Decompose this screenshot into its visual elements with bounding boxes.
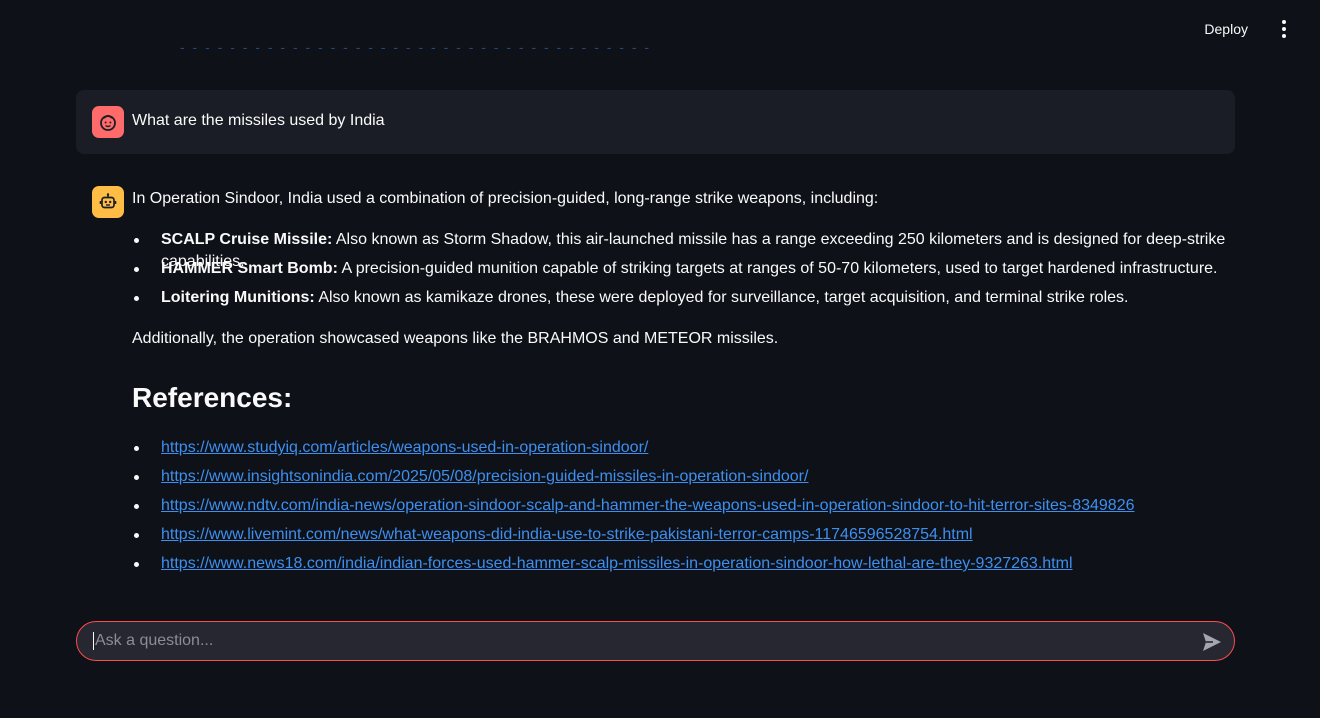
scrolled-content-fade: - - - - - - - - - - - - - - - - - - - - …: [180, 40, 652, 54]
bullet-text: Also known as kamikaze drones, these wer…: [314, 289, 1129, 306]
menu-dot: [1282, 34, 1286, 38]
list-item: HAMMER Smart Bomb: A precision-guided mu…: [132, 258, 1232, 287]
list-item: Loitering Munitions: Also known as kamik…: [132, 287, 1232, 316]
reference-link[interactable]: https://www.studyiq.com/articles/weapons…: [161, 439, 648, 456]
references-heading: References:: [132, 382, 293, 413]
list-item: SCALP Cruise Missile: Also known as Stor…: [132, 229, 1232, 270]
robot-icon: [92, 186, 124, 218]
bullet-title: HAMMER Smart Bomb:: [161, 260, 338, 277]
menu-dot: [1282, 20, 1286, 24]
reference-link[interactable]: https://www.insightsonindia.com/2025/05/…: [161, 468, 808, 485]
list-item: https://www.studyiq.com/articles/weapons…: [132, 437, 1232, 466]
menu-dot: [1282, 27, 1286, 31]
bullet-text: A precision-guided munition capable of s…: [337, 260, 1218, 277]
user-message-text: What are the missiles used by India: [132, 112, 385, 129]
bullet-title: SCALP Cruise Missile:: [161, 231, 333, 248]
assistant-additional: Additionally, the operation showcased we…: [132, 330, 779, 347]
list-item: https://www.news18.com/india/indian-forc…: [132, 553, 1232, 582]
reference-link[interactable]: https://www.ndtv.com/india-news/operatio…: [161, 497, 1134, 514]
bullet-title: Loitering Munitions:: [161, 289, 315, 306]
deploy-button[interactable]: Deploy: [1196, 17, 1256, 41]
reference-link[interactable]: https://www.news18.com/india/indian-forc…: [161, 555, 1073, 572]
list-item: https://www.livemint.com/news/what-weapo…: [132, 524, 1232, 553]
text-caret: [93, 632, 94, 650]
user-message: What are the missiles used by India: [76, 90, 1235, 154]
kebab-menu-icon[interactable]: [1274, 17, 1294, 41]
chat-input-container[interactable]: [76, 621, 1235, 661]
weapons-list: SCALP Cruise Missile: Also known as Stor…: [132, 229, 1232, 316]
reference-link[interactable]: https://www.livemint.com/news/what-weapo…: [161, 526, 973, 543]
send-icon[interactable]: [1200, 630, 1224, 654]
assistant-intro: In Operation Sindoor, India used a combi…: [132, 190, 879, 207]
chat-input[interactable]: [93, 622, 1193, 660]
top-bar: - - - - - - - - - - - - - - - - - - - - …: [0, 0, 1320, 56]
references-list: https://www.studyiq.com/articles/weapons…: [132, 437, 1232, 582]
assistant-message: In Operation Sindoor, India used a combi…: [132, 188, 1232, 582]
user-face-icon: [92, 106, 124, 138]
list-item: https://www.ndtv.com/india-news/operatio…: [132, 495, 1232, 524]
list-item: https://www.insightsonindia.com/2025/05/…: [132, 466, 1232, 495]
